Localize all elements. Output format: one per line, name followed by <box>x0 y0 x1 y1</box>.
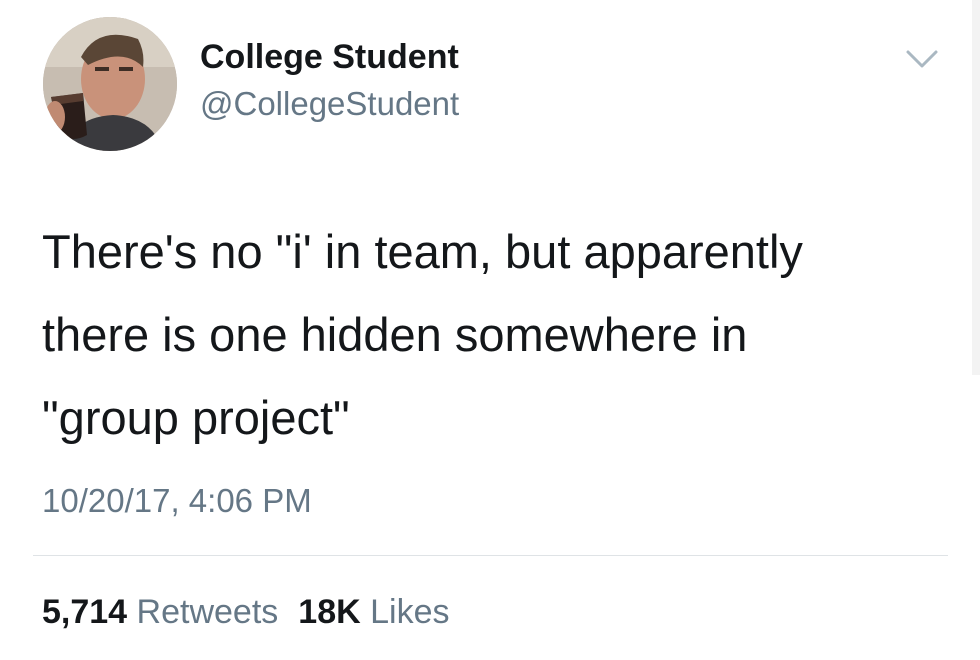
avatar-image <box>43 17 177 151</box>
tweet-timestamp[interactable]: 10/20/17, 4:06 PM <box>42 482 312 520</box>
likes-count: 18K <box>298 593 361 631</box>
retweets-label: Retweets <box>136 593 279 631</box>
retweets-count: 5,714 <box>42 593 128 631</box>
avatar[interactable] <box>43 17 177 151</box>
tweet-card: College Student @CollegeStudent There's … <box>0 0 980 660</box>
retweets-stat[interactable]: 5,714 Retweets <box>42 593 278 631</box>
tweet-stats: 5,714 Retweets 18K Likes <box>42 593 449 632</box>
likes-stat[interactable]: 18K Likes <box>298 593 449 631</box>
chevron-down-icon[interactable] <box>902 44 942 74</box>
author-name[interactable]: College Student <box>200 38 459 77</box>
divider <box>33 555 948 556</box>
tweet-text: There's no "i' in team, but apparently t… <box>42 225 803 444</box>
scrollbar[interactable] <box>972 0 980 375</box>
likes-label: Likes <box>370 593 450 631</box>
author-handle[interactable]: @CollegeStudent <box>200 85 459 123</box>
